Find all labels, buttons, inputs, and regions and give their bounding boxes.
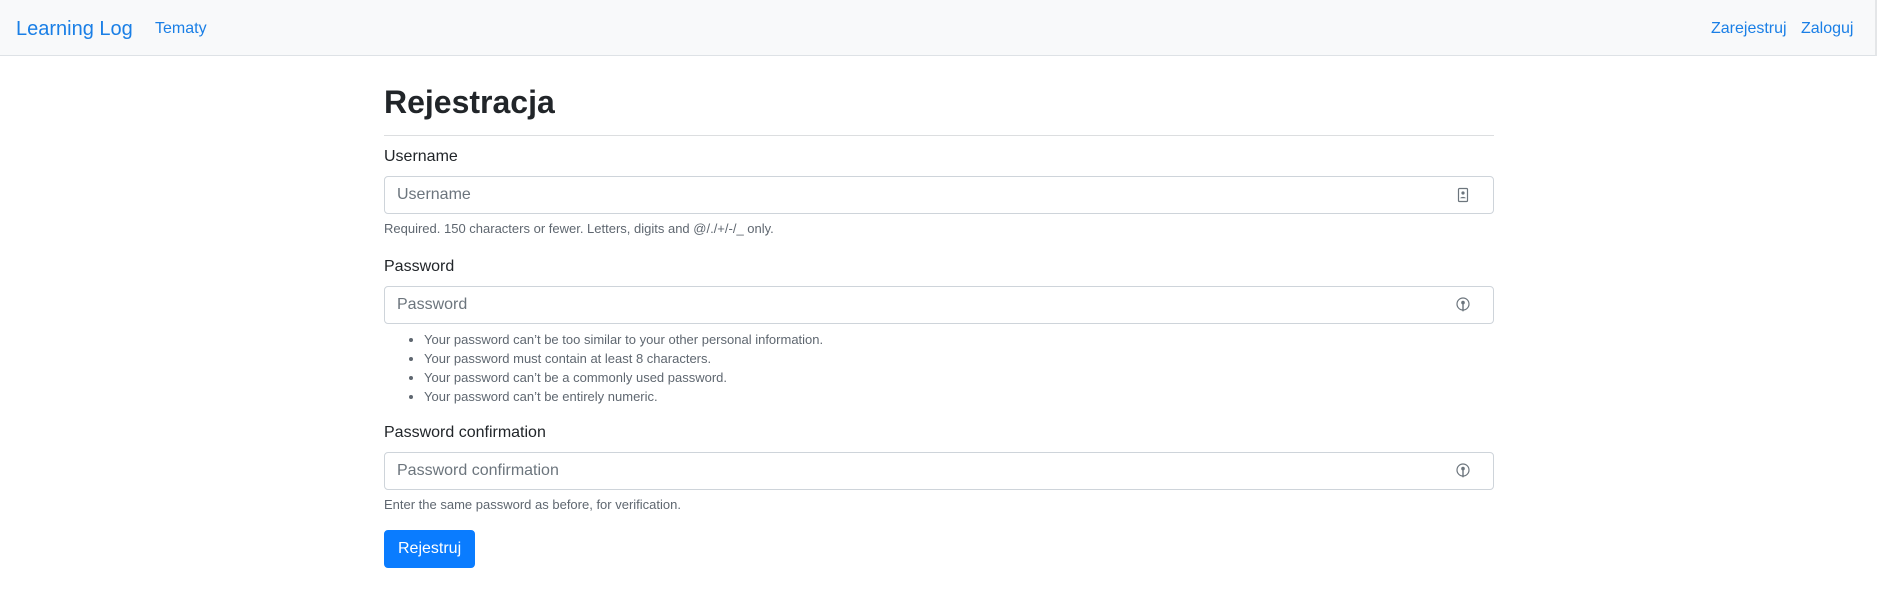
- title-divider: [384, 135, 1494, 136]
- nav-link-login[interactable]: Zaloguj: [1801, 19, 1853, 39]
- brand-link[interactable]: Learning Log: [16, 16, 133, 42]
- password-input[interactable]: [397, 287, 1437, 323]
- password-confirmation-field-wrapper: [384, 452, 1494, 490]
- nav-link-topics[interactable]: Tematy: [155, 19, 207, 39]
- username-label: Username: [384, 148, 458, 165]
- page-title: Rejestracja: [384, 84, 555, 120]
- password-label: Password: [384, 258, 455, 275]
- username-field-wrapper: [384, 176, 1494, 214]
- password-field-wrapper: [384, 286, 1494, 324]
- key-icon[interactable]: [1455, 463, 1471, 479]
- contact-card-icon[interactable]: [1455, 187, 1471, 203]
- password-requirement-item: Your password can’t be too similar to yo…: [424, 330, 823, 349]
- password-confirmation-help-text: Enter the same password as before, for v…: [384, 497, 681, 512]
- navbar: Learning Log Tematy Zarejestruj Zaloguj: [0, 0, 1877, 56]
- nav-link-register[interactable]: Zarejestruj: [1711, 19, 1787, 39]
- password-requirement-item: Your password must contain at least 8 ch…: [424, 349, 823, 368]
- password-confirmation-label: Password confirmation: [384, 424, 546, 441]
- password-requirement-item: Your password can’t be entirely numeric.: [424, 387, 823, 406]
- username-input[interactable]: [397, 177, 1437, 213]
- password-confirmation-input[interactable]: [397, 453, 1437, 489]
- register-submit-button[interactable]: Rejestruj: [384, 530, 476, 568]
- password-requirement-item: Your password can’t be a commonly used p…: [424, 368, 823, 387]
- key-icon[interactable]: [1455, 297, 1471, 313]
- password-requirements-list: Your password can’t be too similar to yo…: [384, 330, 823, 406]
- username-help-text: Required. 150 characters or fewer. Lette…: [384, 221, 774, 236]
